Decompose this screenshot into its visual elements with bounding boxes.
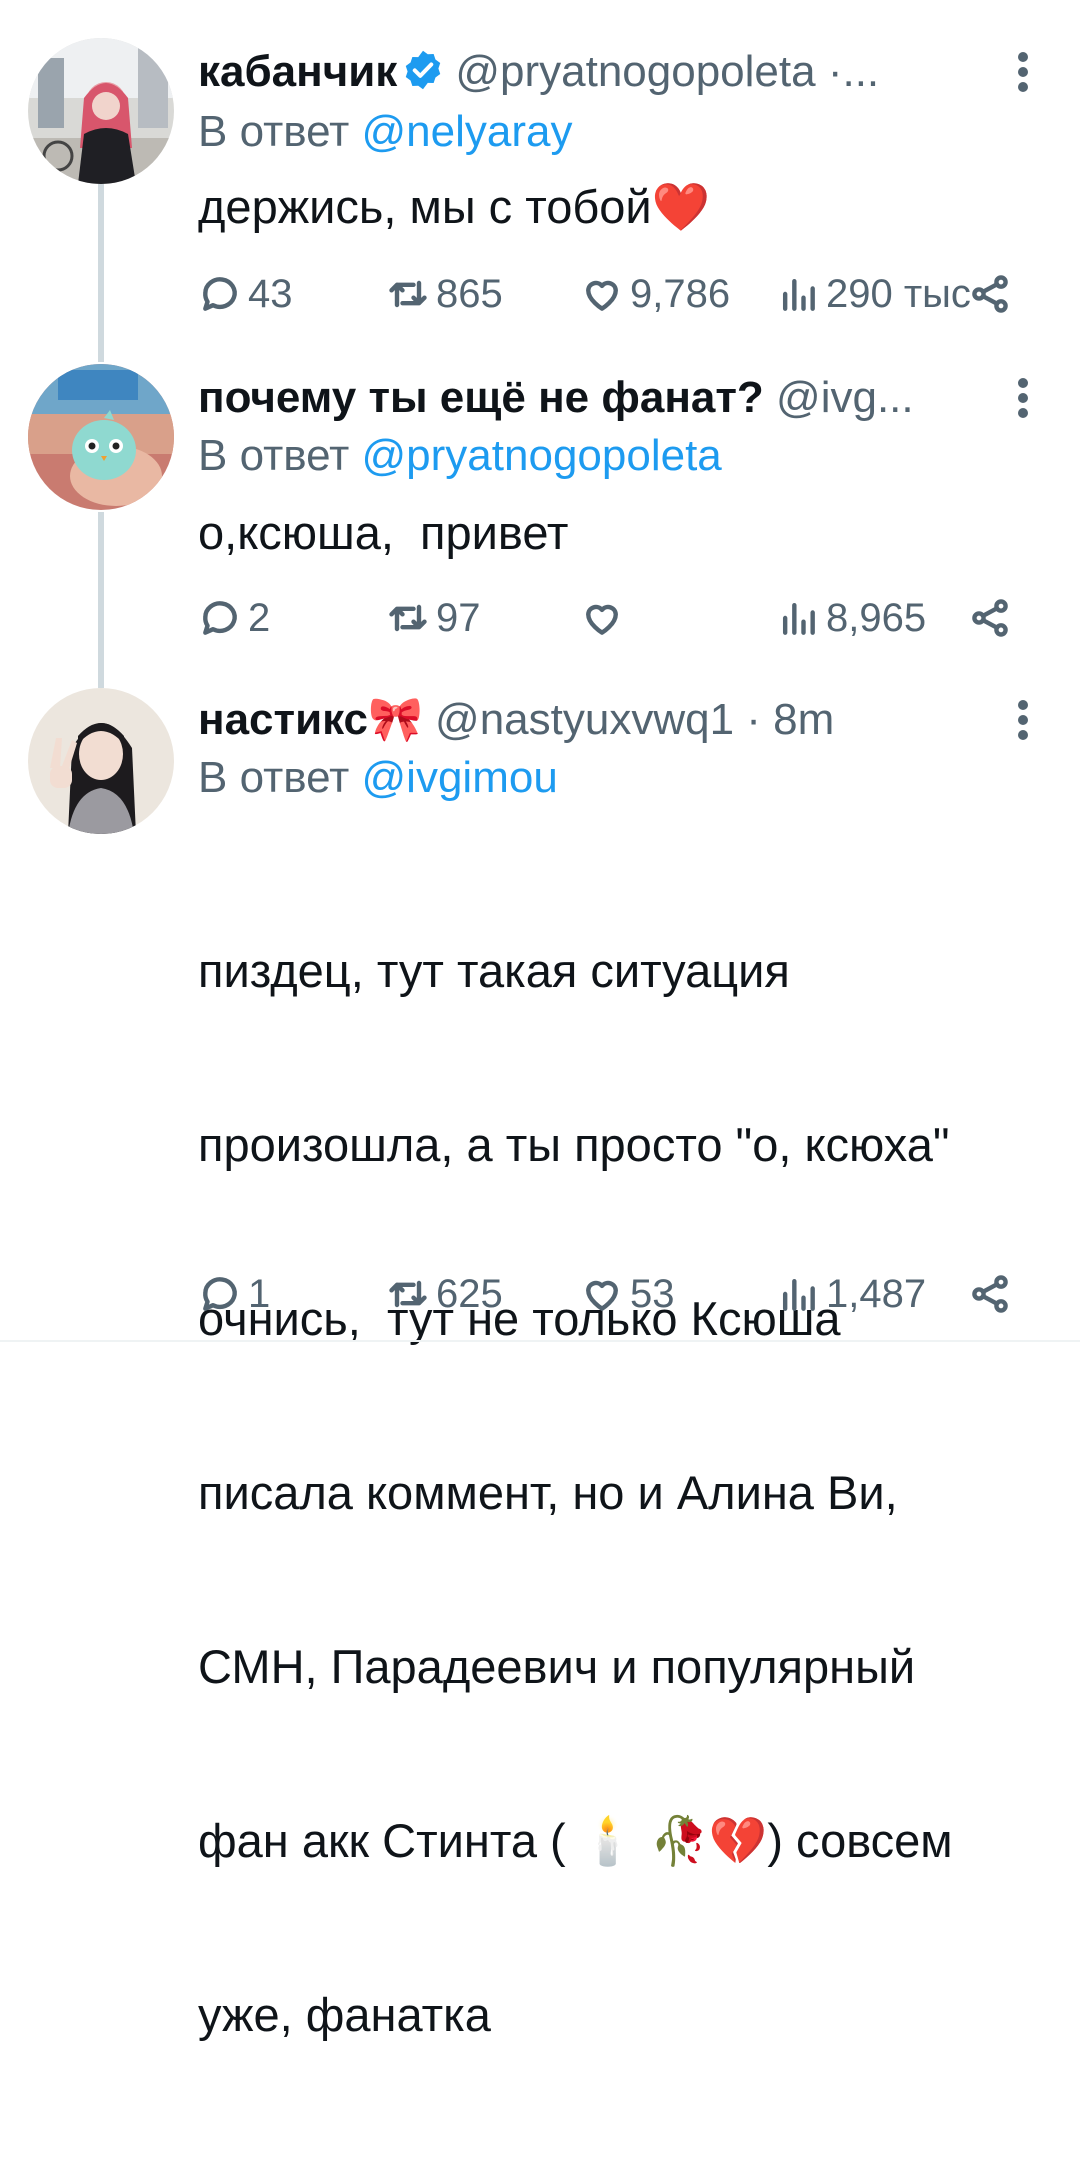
action-bar: 43 865 9,786 290 тыс	[198, 264, 1028, 324]
reply-count: 2	[248, 595, 271, 640]
tweet-text-line: фан акк Стинта ( 🕯️ 🥀💔) совсем	[198, 1814, 953, 1867]
retweet-icon	[389, 280, 427, 308]
tweet-header: настикс🎀 @nastyuxvwq1 · 8m	[198, 692, 990, 748]
display-name[interactable]: настикс🎀	[198, 695, 423, 744]
tweet-text: держись, мы с тобой❤️	[198, 180, 711, 233]
views-count: 1,487	[826, 1271, 927, 1316]
tweet-text-line: писала коммент, но и Алина Ви,	[198, 1466, 898, 1519]
tweet-text: о,ксюша, привет	[198, 506, 569, 559]
tweet-text-line: пиздец, тут такая ситуация	[198, 944, 790, 997]
like-button[interactable]: 53	[580, 1264, 675, 1324]
retweet-count: 97	[436, 595, 481, 640]
tweet-header: кабанчик @pryatnogopoleta ·...	[198, 44, 990, 100]
retweet-button[interactable]: 97	[386, 588, 481, 648]
tweet-text: пиздец, тут такая ситуация произошла, а …	[198, 826, 1018, 2160]
reply-context: В ответ @pryatnogopoleta	[198, 426, 722, 486]
display-name[interactable]: почему ты ещё не фанат?	[198, 373, 764, 422]
retweet-button[interactable]: 865	[386, 264, 503, 324]
tweet-header: почему ты ещё не фанат? @ivg...	[198, 370, 990, 426]
reply-prefix: В ответ	[198, 431, 350, 480]
views-button[interactable]: 1,487	[776, 1264, 926, 1324]
share-icon	[972, 599, 1008, 637]
action-bar: 1 625 53 1,487	[198, 1264, 1028, 1324]
share-icon	[972, 1275, 1008, 1313]
action-bar: 2 97 8,965	[198, 588, 1028, 648]
user-handle[interactable]: @ivg...	[776, 373, 914, 422]
like-icon	[586, 280, 618, 311]
more-icon[interactable]	[1016, 52, 1030, 92]
like-button[interactable]: 9,786	[580, 264, 730, 324]
more-icon[interactable]	[1016, 378, 1030, 418]
reply-prefix: В ответ	[198, 753, 350, 802]
views-icon	[782, 1278, 815, 1311]
reply-mention-link[interactable]: @ivgimou	[362, 753, 558, 802]
views-icon	[782, 602, 815, 635]
reply-icon	[203, 601, 237, 635]
reply-mention-link[interactable]: @pryatnogopoleta	[362, 431, 722, 480]
user-handle[interactable]: @nastyuxvwq1 · 8m	[435, 695, 834, 744]
display-name[interactable]: кабанчик	[198, 47, 397, 96]
user-handle[interactable]: @pryatnogopoleta ·...	[455, 47, 879, 96]
like-count: 53	[630, 1271, 675, 1316]
like-icon	[586, 1280, 618, 1311]
reply-context: В ответ @ivgimou	[198, 748, 558, 808]
tweet-text-line: СМН, Парадеевич и популярный	[198, 1640, 916, 1693]
reply-context: В ответ @nelyaray	[198, 102, 573, 162]
verified-badge-icon	[401, 48, 445, 92]
share-icon	[972, 275, 1008, 313]
reply-count: 43	[248, 271, 293, 316]
tweet-text-line: уже, фанатка	[198, 1988, 491, 2041]
tweet[interactable]: кабанчик @pryatnogopoleta ·... В ответ @n…	[0, 0, 1080, 340]
share-button[interactable]	[968, 1264, 1018, 1324]
retweet-count: 865	[436, 271, 503, 316]
views-button[interactable]: 8,965	[776, 588, 926, 648]
avatar[interactable]	[28, 364, 174, 510]
more-icon[interactable]	[1016, 700, 1030, 740]
views-count: 8,965	[826, 595, 927, 640]
share-button[interactable]	[968, 264, 1018, 324]
like-count: 9,786	[630, 271, 731, 316]
reply-button[interactable]: 43	[198, 264, 293, 324]
reply-button[interactable]: 1	[198, 1264, 270, 1324]
reply-prefix: В ответ	[198, 107, 350, 156]
views-icon	[782, 278, 815, 311]
tweet[interactable]: почему ты ещё не фанат? @ivg... В ответ …	[0, 340, 1080, 670]
like-button[interactable]	[580, 588, 630, 648]
retweet-count: 625	[436, 1271, 503, 1316]
views-count: 290 тыс	[826, 271, 971, 316]
retweet-button[interactable]: 625	[386, 1264, 503, 1324]
tweet-text-line: произошла, а ты просто "о, ксюха"	[198, 1118, 950, 1171]
retweet-icon	[389, 1280, 427, 1308]
views-button[interactable]: 290 тыс	[776, 264, 971, 324]
retweet-icon	[389, 604, 427, 632]
avatar[interactable]	[28, 688, 174, 834]
reply-button[interactable]: 2	[198, 588, 270, 648]
reply-mention-link[interactable]: @nelyaray	[362, 107, 573, 156]
reply-icon	[203, 277, 237, 311]
bottom-divider	[0, 1340, 1080, 1342]
tweet[interactable]: настикс🎀 @nastyuxvwq1 · 8m В ответ @ivgi…	[0, 670, 1080, 2041]
reply-count: 1	[248, 1271, 271, 1316]
like-icon	[586, 604, 618, 635]
share-button[interactable]	[968, 588, 1018, 648]
avatar[interactable]	[28, 38, 174, 184]
reply-icon	[203, 1277, 237, 1311]
